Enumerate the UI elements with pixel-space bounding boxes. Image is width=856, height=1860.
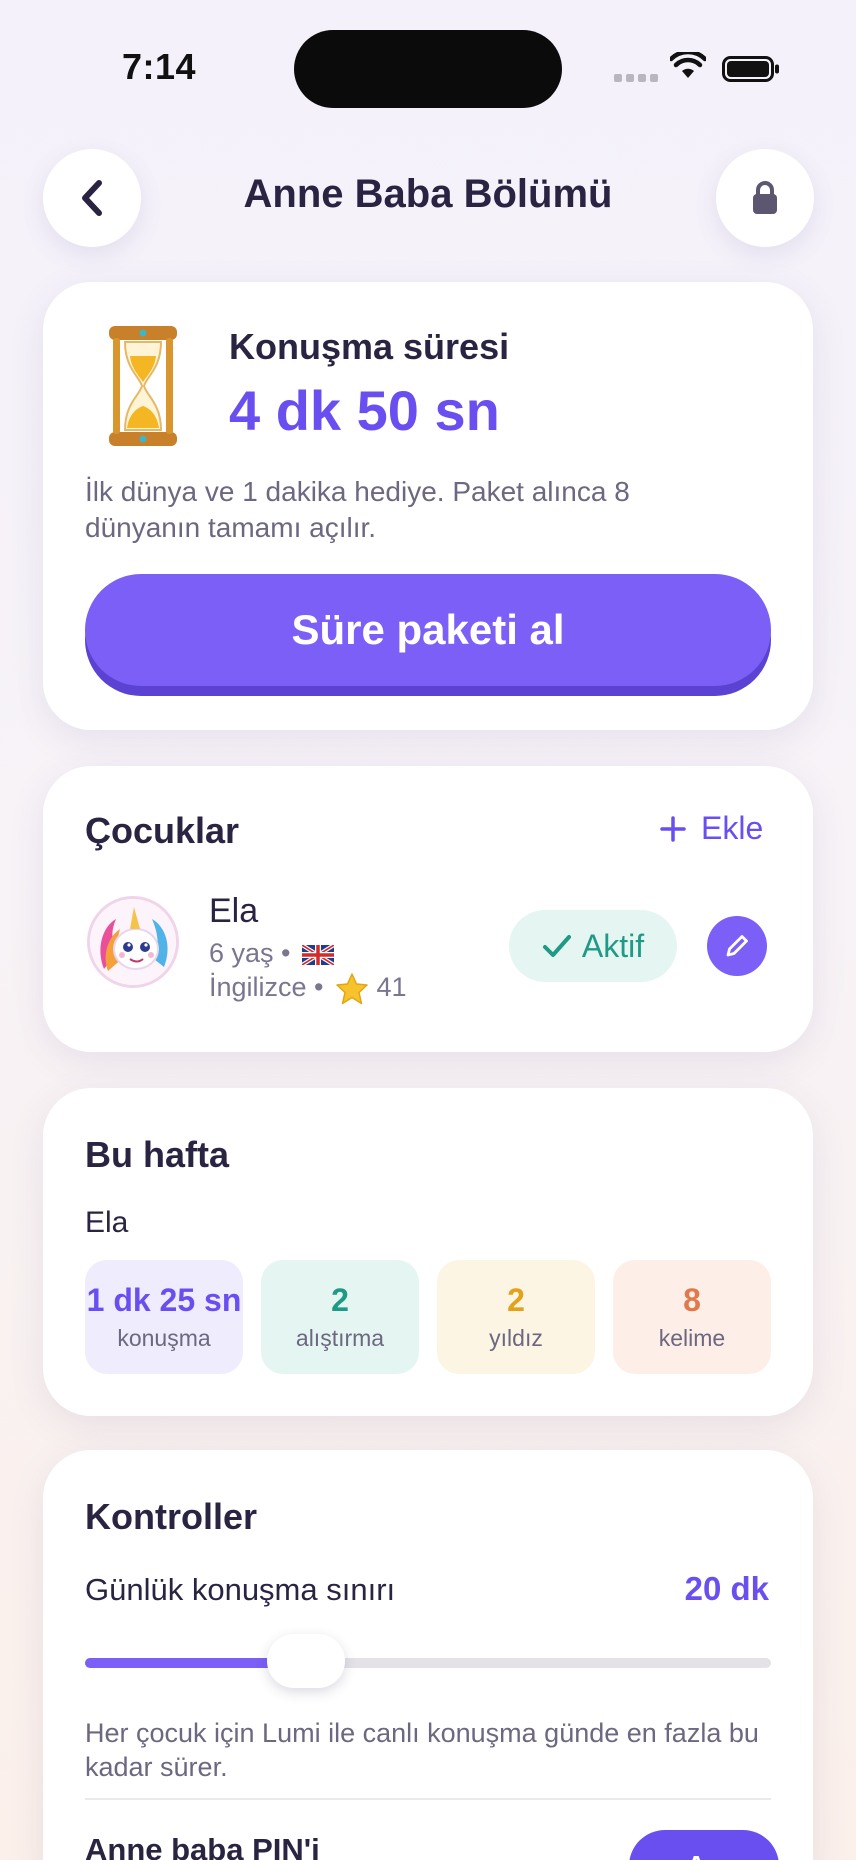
uk-flag-icon (302, 944, 335, 965)
daily-limit-value: 20 dk (684, 1570, 769, 1607)
stat-exercises: 2 alıştırma (261, 1260, 419, 1374)
talk-time-label: Konuşma süresi (229, 326, 510, 367)
add-child-label: Ekle (701, 810, 764, 846)
plus-icon (660, 815, 686, 842)
wifi-icon (670, 52, 706, 78)
cellular-signal-icon (614, 70, 658, 82)
stat-label: yıldız (489, 1325, 543, 1351)
lock-button[interactable] (716, 149, 814, 247)
talk-time-note: İlk dünya ve 1 dakika hediye. Paket alın… (85, 476, 630, 543)
child-active-badge[interactable]: Aktif (509, 910, 677, 982)
children-title: Çocuklar (85, 810, 240, 851)
this-week-title: Bu hafta (85, 1134, 229, 1175)
this-week-card: Bu hafta Ela 1 dk 25 sn konuşma 2 alıştı… (43, 1088, 813, 1416)
check-icon (542, 935, 571, 957)
week-child-name: Ela (85, 1206, 129, 1239)
edit-child-button[interactable] (707, 916, 767, 976)
controls-card: Kontroller Günlük konuşma sınırı 20 dk H… (43, 1450, 813, 1860)
battery-icon (722, 56, 779, 82)
stat-label: kelime (658, 1325, 726, 1351)
talk-time-value: 4 dk 50 sn (229, 379, 500, 442)
talk-time-card: Konuşma süresi 4 dk 50 sn İlk dünya ve 1… (43, 282, 813, 730)
stat-label: konuşma (117, 1325, 211, 1351)
stat-talk-time: 1 dk 25 sn konuşma (85, 1260, 243, 1374)
dynamic-island (294, 30, 562, 108)
add-child-button[interactable]: Ekle (659, 810, 763, 847)
unicorn-icon (90, 899, 176, 985)
child-avatar (87, 896, 179, 988)
stat-label: alıştırma (295, 1325, 385, 1351)
stat-stars: 2 yıldız (437, 1260, 595, 1374)
buy-time-package-button[interactable]: Süre paketi al (85, 574, 771, 686)
child-age: 6 yaş • (209, 938, 291, 968)
hourglass-icon (109, 326, 177, 446)
child-age-row: 6 yaş • (209, 938, 335, 969)
children-card: Çocuklar Ekle Ela 6 yaş • İngilizce • 41… (43, 766, 813, 1052)
stat-value: 8 (683, 1282, 701, 1318)
stat-value: 2 (507, 1282, 525, 1318)
parent-pin-label: Anne baba PIN'i (85, 1832, 320, 1860)
status-bar: 7:14 (0, 0, 856, 130)
divider (85, 1798, 771, 1800)
daily-limit-note: Her çocuk için Lumi ile canlı konuşma gü… (85, 1718, 759, 1782)
daily-limit-label: Günlük konuşma sınırı (85, 1572, 396, 1607)
child-status: Aktif (581, 927, 645, 964)
parent-pin-button[interactable]: Aç (629, 1830, 779, 1860)
stat-words: 8 kelime (613, 1260, 771, 1374)
child-stars: 41 (376, 972, 407, 1003)
child-language: İngilizce • (209, 972, 324, 1003)
stat-value: 2 (331, 1282, 349, 1318)
controls-title: Kontroller (85, 1496, 258, 1537)
daily-limit-slider[interactable] (85, 1634, 771, 1688)
stat-value: 1 dk 25 sn (86, 1282, 242, 1318)
status-time: 7:14 (122, 46, 197, 87)
child-name: Ela (209, 892, 259, 930)
slider-thumb[interactable] (267, 1634, 346, 1688)
lock-icon (753, 181, 777, 214)
pencil-icon (726, 935, 748, 957)
child-language-row: İngilizce • 41 (209, 972, 407, 1006)
star-icon (336, 973, 368, 1005)
